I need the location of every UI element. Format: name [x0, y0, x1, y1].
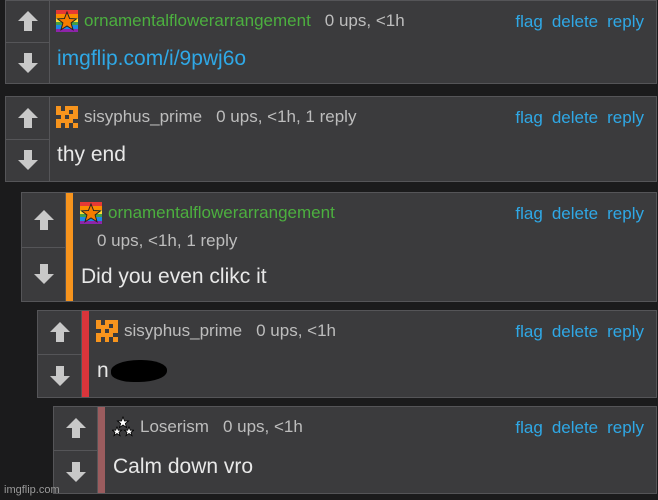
- comment-meta: ornamentalflowerarrangement: [80, 202, 349, 224]
- comment-stats: 0 ups, <1h: [256, 321, 336, 340]
- up-arrow-icon: [48, 320, 72, 344]
- delete-button[interactable]: delete: [552, 418, 598, 438]
- down-arrow-icon: [16, 51, 40, 75]
- comment-stats: 0 ups, <1h: [324, 11, 405, 30]
- username[interactable]: Loserism: [140, 417, 209, 437]
- delete-button[interactable]: delete: [552, 108, 598, 128]
- comment-meta: ornamentalflowerarrangement 0 ups, <1h: [56, 10, 405, 32]
- flag-button[interactable]: flag: [515, 204, 542, 224]
- downvote-button[interactable]: [54, 449, 98, 493]
- username[interactable]: sisyphus_prime: [84, 107, 202, 127]
- comment-meta-line2: 0 ups, <1h, 1 reply: [97, 231, 237, 251]
- comment: sisyphus_prime 0 ups, <1h flag delete re…: [37, 310, 657, 398]
- comment-text: n: [97, 359, 109, 382]
- orange-pixel-icon[interactable]: [56, 106, 78, 128]
- username[interactable]: ornamentalflowerarrangement: [108, 203, 335, 223]
- comment: ornamentalflowerarrangement 0 ups, <1h f…: [5, 0, 657, 84]
- upvote-button[interactable]: [54, 407, 98, 450]
- upvote-button[interactable]: [22, 193, 66, 247]
- comment-actions: flag delete reply: [515, 204, 644, 224]
- vote-controls: [22, 193, 66, 301]
- username[interactable]: ornamentalflowerarrangement: [84, 11, 311, 31]
- comment-body: thy end: [57, 143, 126, 166]
- downvote-button[interactable]: [6, 41, 50, 83]
- thread-accent-bar: [82, 311, 89, 397]
- up-arrow-icon: [16, 9, 40, 33]
- comment-body: Calm down vro: [113, 455, 254, 478]
- delete-button[interactable]: delete: [552, 322, 598, 342]
- upvote-button[interactable]: [38, 311, 82, 354]
- delete-button[interactable]: delete: [552, 204, 598, 224]
- reply-button[interactable]: reply: [607, 108, 644, 128]
- rainbow-star-icon[interactable]: [56, 10, 78, 32]
- upvote-button[interactable]: [6, 97, 50, 139]
- comment-actions: flag delete reply: [515, 322, 644, 342]
- flag-button[interactable]: flag: [515, 418, 542, 438]
- down-arrow-icon: [64, 460, 88, 484]
- comment-stats: 0 ups, <1h, 1 reply: [216, 107, 357, 126]
- up-arrow-icon: [16, 106, 40, 130]
- upvote-button[interactable]: [6, 1, 50, 42]
- comment: ornamentalflowerarrangement 0 ups, <1h, …: [21, 192, 657, 302]
- comment-actions: flag delete reply: [515, 12, 644, 32]
- downvote-button[interactable]: [38, 353, 82, 397]
- flag-button[interactable]: flag: [515, 12, 542, 32]
- triple-star-icon[interactable]: [112, 416, 134, 438]
- comment-meta: sisyphus_prime 0 ups, <1h: [96, 320, 336, 342]
- comment-stats: 0 ups, <1h, 1 reply: [97, 231, 238, 250]
- up-arrow-icon: [32, 208, 56, 232]
- comment-meta: sisyphus_prime 0 ups, <1h, 1 reply: [56, 106, 356, 128]
- thread-accent-bar: [98, 407, 105, 493]
- username[interactable]: sisyphus_prime: [124, 321, 242, 341]
- vote-controls: [6, 1, 50, 83]
- comment-body: Did you even clikc it: [81, 265, 267, 288]
- comment-meta: Loserism 0 ups, <1h: [112, 416, 303, 438]
- up-arrow-icon: [64, 416, 88, 440]
- vote-controls: [54, 407, 98, 493]
- down-arrow-icon: [48, 364, 72, 388]
- vote-controls: [38, 311, 82, 397]
- downvote-button[interactable]: [22, 246, 66, 301]
- down-arrow-icon: [32, 262, 56, 286]
- comment-body: n: [97, 359, 167, 383]
- vote-controls: [6, 97, 50, 181]
- comment: sisyphus_prime 0 ups, <1h, 1 reply flag …: [5, 96, 657, 182]
- flag-button[interactable]: flag: [515, 108, 542, 128]
- reply-button[interactable]: reply: [607, 418, 644, 438]
- orange-pixel-icon[interactable]: [96, 320, 118, 342]
- comment: Loserism 0 ups, <1h flag delete reply Ca…: [53, 406, 657, 494]
- comment-body: imgflip.com/i/9pwj6o: [57, 47, 246, 71]
- downvote-button[interactable]: [6, 138, 50, 181]
- thread-accent-bar: [66, 193, 73, 301]
- watermark: imgflip.com: [4, 484, 60, 496]
- comment-actions: flag delete reply: [515, 418, 644, 438]
- reply-button[interactable]: reply: [607, 204, 644, 224]
- delete-button[interactable]: delete: [552, 12, 598, 32]
- comment-stats: 0 ups, <1h: [222, 417, 303, 436]
- flag-button[interactable]: flag: [515, 322, 542, 342]
- rainbow-star-icon[interactable]: [80, 202, 102, 224]
- redaction-scribble: [110, 360, 167, 383]
- reply-button[interactable]: reply: [607, 12, 644, 32]
- reply-button[interactable]: reply: [607, 322, 644, 342]
- comment-actions: flag delete reply: [515, 108, 644, 128]
- down-arrow-icon: [16, 148, 40, 172]
- image-link[interactable]: imgflip.com/i/9pwj6o: [57, 47, 246, 70]
